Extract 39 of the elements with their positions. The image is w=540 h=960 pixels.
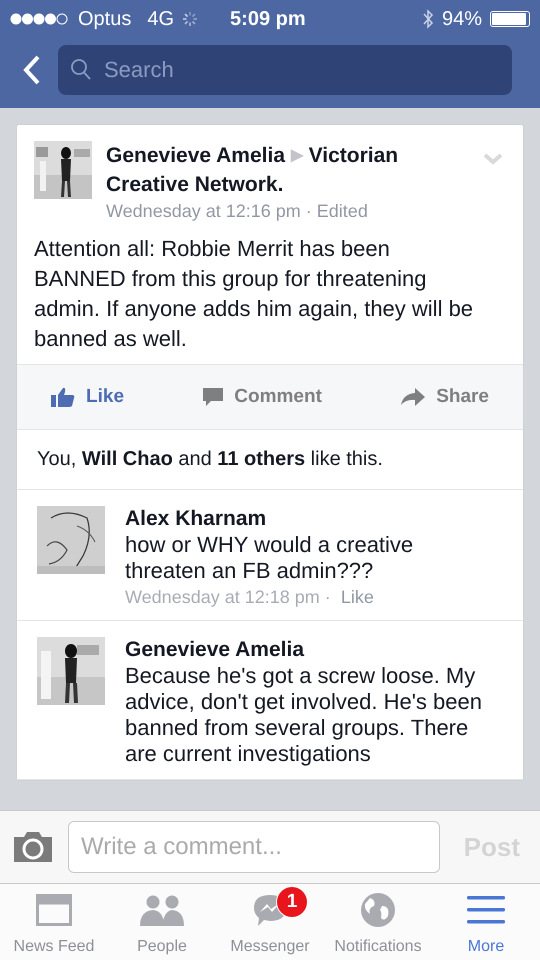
tab[interactable]: News Feed (0, 884, 108, 960)
search-bar[interactable]: Search (58, 45, 512, 95)
newspaper-icon (36, 894, 72, 926)
battery-icon (490, 11, 530, 27)
thumbs-up-icon (50, 386, 76, 408)
post-text: Attention all: Robbie Merrit has been BANNED from this group for threatening admin. If anyone adds him again, they will be banned as well. (33, 235, 474, 353)
search-icon (70, 58, 92, 82)
comment-field[interactable]: Write a comment... (68, 821, 440, 873)
tab[interactable]: Notifications (324, 884, 432, 960)
commenter-name[interactable]: Alex Kharnam (125, 506, 495, 532)
tab[interactable]: People (108, 884, 216, 960)
tab[interactable]: 1 Messenger (216, 884, 324, 960)
bluetooth-icon (422, 9, 434, 29)
like-button[interactable]: Like (50, 386, 124, 408)
comment-text: Because he's got a screw loose. My advice, don't get involved. He's been banned from several groups. There are current investigations (125, 663, 483, 767)
people-icon (139, 894, 185, 926)
clock: 5:09 pm (230, 8, 306, 30)
speech-bubble-icon (202, 386, 224, 408)
signal-icon (10, 13, 70, 25)
battery-percent: 94% (442, 8, 482, 30)
globe-icon (360, 892, 396, 928)
comment-time: Wednesday at 12:18 pm · (125, 587, 331, 607)
share-button[interactable]: Share (400, 386, 489, 408)
comment-text: how or WHY would a creative threaten an FB admin??? (125, 532, 414, 584)
back-button[interactable] (22, 54, 42, 86)
camera-icon[interactable] (12, 831, 54, 863)
loading-icon (182, 11, 198, 27)
notification-badge: 1 (276, 886, 308, 918)
likes-summary[interactable]: You, Will Chao and 11 others like this. (17, 430, 523, 490)
search-field[interactable]: Search (102, 56, 500, 84)
carrier-name: Optus (78, 8, 132, 30)
tab[interactable]: More (432, 884, 540, 960)
post-time: Wednesday at 12:16 pm · Edited (106, 201, 369, 222)
commenter-name[interactable]: Genevieve Amelia (125, 637, 495, 663)
share-arrow-icon (400, 387, 426, 407)
network-type: 4G (147, 8, 174, 30)
comment-button[interactable]: Comment (202, 386, 322, 408)
menu-icon (467, 895, 505, 925)
like-link[interactable]: Like (340, 587, 374, 607)
